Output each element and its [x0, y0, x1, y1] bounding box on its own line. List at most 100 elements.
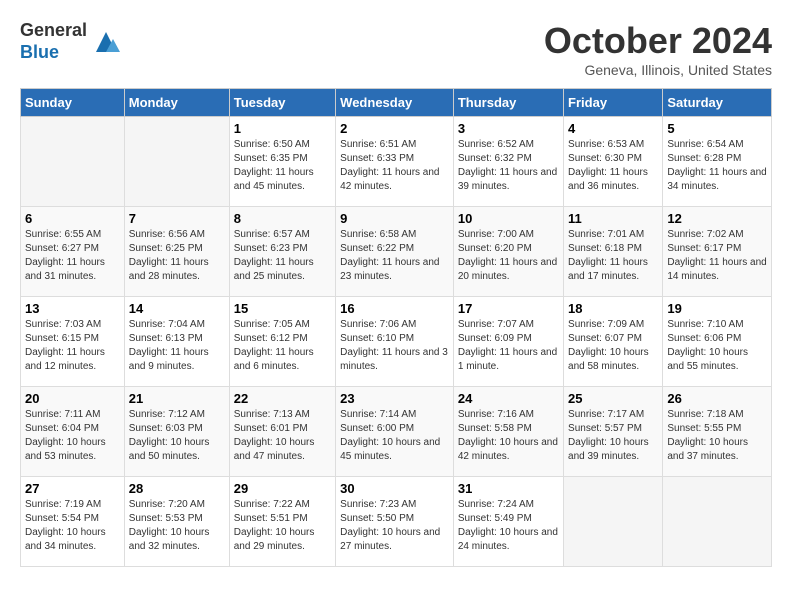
day-info: Sunrise: 6:55 AM Sunset: 6:27 PM Dayligh… [25, 228, 120, 284]
day-cell [663, 477, 772, 567]
col-sunday: Sunday [21, 89, 125, 117]
logo: General Blue [20, 20, 121, 63]
day-number: 8 [234, 211, 331, 226]
day-info: Sunrise: 7:19 AM Sunset: 5:54 PM Dayligh… [25, 498, 120, 554]
day-number: 28 [129, 481, 225, 496]
day-number: 29 [234, 481, 331, 496]
week-row-0: 1 Sunrise: 6:50 AM Sunset: 6:35 PM Daylig… [21, 117, 772, 207]
logo-blue-text: Blue [20, 42, 87, 64]
day-number: 22 [234, 391, 331, 406]
day-number: 31 [458, 481, 559, 496]
week-row-1: 6Sunrise: 6:55 AM Sunset: 6:27 PM Daylig… [21, 207, 772, 297]
day-info: Sunrise: 7:23 AM Sunset: 5:50 PM Dayligh… [340, 498, 449, 554]
day-info: Sunrise: 7:16 AM Sunset: 5:58 PM Dayligh… [458, 408, 559, 464]
day-cell: 12Sunrise: 7:02 AM Sunset: 6:17 PM Dayli… [663, 207, 772, 297]
day-info: Sunrise: 7:14 AM Sunset: 6:00 PM Dayligh… [340, 408, 449, 464]
day-info: Sunrise: 7:17 AM Sunset: 5:57 PM Dayligh… [568, 408, 658, 464]
col-monday: Monday [124, 89, 229, 117]
day-number: 24 [458, 391, 559, 406]
day-cell: 22 Sunrise: 7:13 AM Sunset: 6:01 PM Dayli… [229, 387, 335, 477]
day-cell [124, 117, 229, 207]
day-number: 23 [340, 391, 449, 406]
day-number: 7 [129, 211, 225, 226]
logo-general-text: General [20, 20, 87, 42]
col-friday: Friday [564, 89, 663, 117]
day-info: Sunrise: 7:04 AM Sunset: 6:13 PM Dayligh… [129, 318, 225, 374]
logo-icon [91, 27, 121, 57]
page-header: General Blue October 2024 Geneva, Illino… [20, 20, 772, 78]
day-cell: 27 Sunrise: 7:19 AM Sunset: 5:54 PM Dayli… [21, 477, 125, 567]
day-info: Sunrise: 7:05 AM Sunset: 6:12 PM Dayligh… [234, 318, 331, 374]
day-info: Sunrise: 7:06 AM Sunset: 6:10 PM Dayligh… [340, 318, 449, 374]
day-number: 18 [568, 301, 658, 316]
day-cell: 1 Sunrise: 6:50 AM Sunset: 6:35 PM Daylig… [229, 117, 335, 207]
day-cell: 13 Sunrise: 7:03 AM Sunset: 6:15 PM Dayli… [21, 297, 125, 387]
day-cell: 19 Sunrise: 7:10 AM Sunset: 6:06 PM Dayli… [663, 297, 772, 387]
day-number: 9 [340, 211, 449, 226]
day-cell: 5Sunrise: 6:54 AM Sunset: 6:28 PM Daylig… [663, 117, 772, 207]
day-info: Sunrise: 6:50 AM Sunset: 6:35 PM Dayligh… [234, 138, 331, 194]
day-info: Sunrise: 6:57 AM Sunset: 6:23 PM Dayligh… [234, 228, 331, 284]
day-cell: 26 Sunrise: 7:18 AM Sunset: 5:55 PM Dayli… [663, 387, 772, 477]
day-info: Sunrise: 6:58 AM Sunset: 6:22 PM Dayligh… [340, 228, 449, 284]
calendar-body: 1 Sunrise: 6:50 AM Sunset: 6:35 PM Daylig… [21, 117, 772, 567]
day-number: 1 [234, 121, 331, 136]
day-cell [21, 117, 125, 207]
day-number: 30 [340, 481, 449, 496]
day-cell: 3 Sunrise: 6:52 AM Sunset: 6:32 PM Daylig… [453, 117, 563, 207]
day-info: Sunrise: 6:51 AM Sunset: 6:33 PM Dayligh… [340, 138, 449, 194]
day-cell: 9 Sunrise: 6:58 AM Sunset: 6:22 PM Daylig… [336, 207, 454, 297]
day-number: 26 [667, 391, 767, 406]
day-number: 21 [129, 391, 225, 406]
day-info: Sunrise: 7:00 AM Sunset: 6:20 PM Dayligh… [458, 228, 559, 284]
day-cell: 20Sunrise: 7:11 AM Sunset: 6:04 PM Dayli… [21, 387, 125, 477]
day-cell: 29 Sunrise: 7:22 AM Sunset: 5:51 PM Dayli… [229, 477, 335, 567]
day-info: Sunrise: 6:52 AM Sunset: 6:32 PM Dayligh… [458, 138, 559, 194]
week-row-3: 20Sunrise: 7:11 AM Sunset: 6:04 PM Dayli… [21, 387, 772, 477]
day-cell: 14 Sunrise: 7:04 AM Sunset: 6:13 PM Dayli… [124, 297, 229, 387]
day-number: 27 [25, 481, 120, 496]
day-info: Sunrise: 7:07 AM Sunset: 6:09 PM Dayligh… [458, 318, 559, 374]
calendar-table: Sunday Monday Tuesday Wednesday Thursday… [20, 88, 772, 567]
day-info: Sunrise: 7:10 AM Sunset: 6:06 PM Dayligh… [667, 318, 767, 374]
day-number: 14 [129, 301, 225, 316]
day-cell: 15 Sunrise: 7:05 AM Sunset: 6:12 PM Dayli… [229, 297, 335, 387]
day-number: 16 [340, 301, 449, 316]
day-number: 19 [667, 301, 767, 316]
month-title: October 2024 [544, 20, 772, 62]
day-info: Sunrise: 7:09 AM Sunset: 6:07 PM Dayligh… [568, 318, 658, 374]
title-area: October 2024 Geneva, Illinois, United St… [544, 20, 772, 78]
day-info: Sunrise: 7:03 AM Sunset: 6:15 PM Dayligh… [25, 318, 120, 374]
day-info: Sunrise: 6:54 AM Sunset: 6:28 PM Dayligh… [667, 138, 767, 194]
calendar-header: Sunday Monday Tuesday Wednesday Thursday… [21, 89, 772, 117]
day-number: 2 [340, 121, 449, 136]
col-tuesday: Tuesday [229, 89, 335, 117]
day-info: Sunrise: 7:11 AM Sunset: 6:04 PM Dayligh… [25, 408, 120, 464]
day-info: Sunrise: 7:22 AM Sunset: 5:51 PM Dayligh… [234, 498, 331, 554]
day-number: 3 [458, 121, 559, 136]
day-info: Sunrise: 7:12 AM Sunset: 6:03 PM Dayligh… [129, 408, 225, 464]
day-cell: 31Sunrise: 7:24 AM Sunset: 5:49 PM Dayli… [453, 477, 563, 567]
day-cell: 6Sunrise: 6:55 AM Sunset: 6:27 PM Daylig… [21, 207, 125, 297]
day-info: Sunrise: 6:56 AM Sunset: 6:25 PM Dayligh… [129, 228, 225, 284]
day-cell [564, 477, 663, 567]
day-cell: 24 Sunrise: 7:16 AM Sunset: 5:58 PM Dayli… [453, 387, 563, 477]
day-cell: 28 Sunrise: 7:20 AM Sunset: 5:53 PM Dayli… [124, 477, 229, 567]
day-info: Sunrise: 7:13 AM Sunset: 6:01 PM Dayligh… [234, 408, 331, 464]
day-info: Sunrise: 7:02 AM Sunset: 6:17 PM Dayligh… [667, 228, 767, 284]
day-info: Sunrise: 7:20 AM Sunset: 5:53 PM Dayligh… [129, 498, 225, 554]
day-cell: 30 Sunrise: 7:23 AM Sunset: 5:50 PM Dayli… [336, 477, 454, 567]
day-info: Sunrise: 7:01 AM Sunset: 6:18 PM Dayligh… [568, 228, 658, 284]
col-thursday: Thursday [453, 89, 563, 117]
day-number: 17 [458, 301, 559, 316]
day-cell: 23 Sunrise: 7:14 AM Sunset: 6:00 PM Dayli… [336, 387, 454, 477]
day-number: 15 [234, 301, 331, 316]
day-cell: 10 Sunrise: 7:00 AM Sunset: 6:20 PM Dayli… [453, 207, 563, 297]
day-info: Sunrise: 6:53 AM Sunset: 6:30 PM Dayligh… [568, 138, 658, 194]
day-number: 13 [25, 301, 120, 316]
day-info: Sunrise: 7:18 AM Sunset: 5:55 PM Dayligh… [667, 408, 767, 464]
day-number: 25 [568, 391, 658, 406]
day-cell: 17 Sunrise: 7:07 AM Sunset: 6:09 PM Dayli… [453, 297, 563, 387]
day-cell: 2 Sunrise: 6:51 AM Sunset: 6:33 PM Daylig… [336, 117, 454, 207]
day-number: 10 [458, 211, 559, 226]
